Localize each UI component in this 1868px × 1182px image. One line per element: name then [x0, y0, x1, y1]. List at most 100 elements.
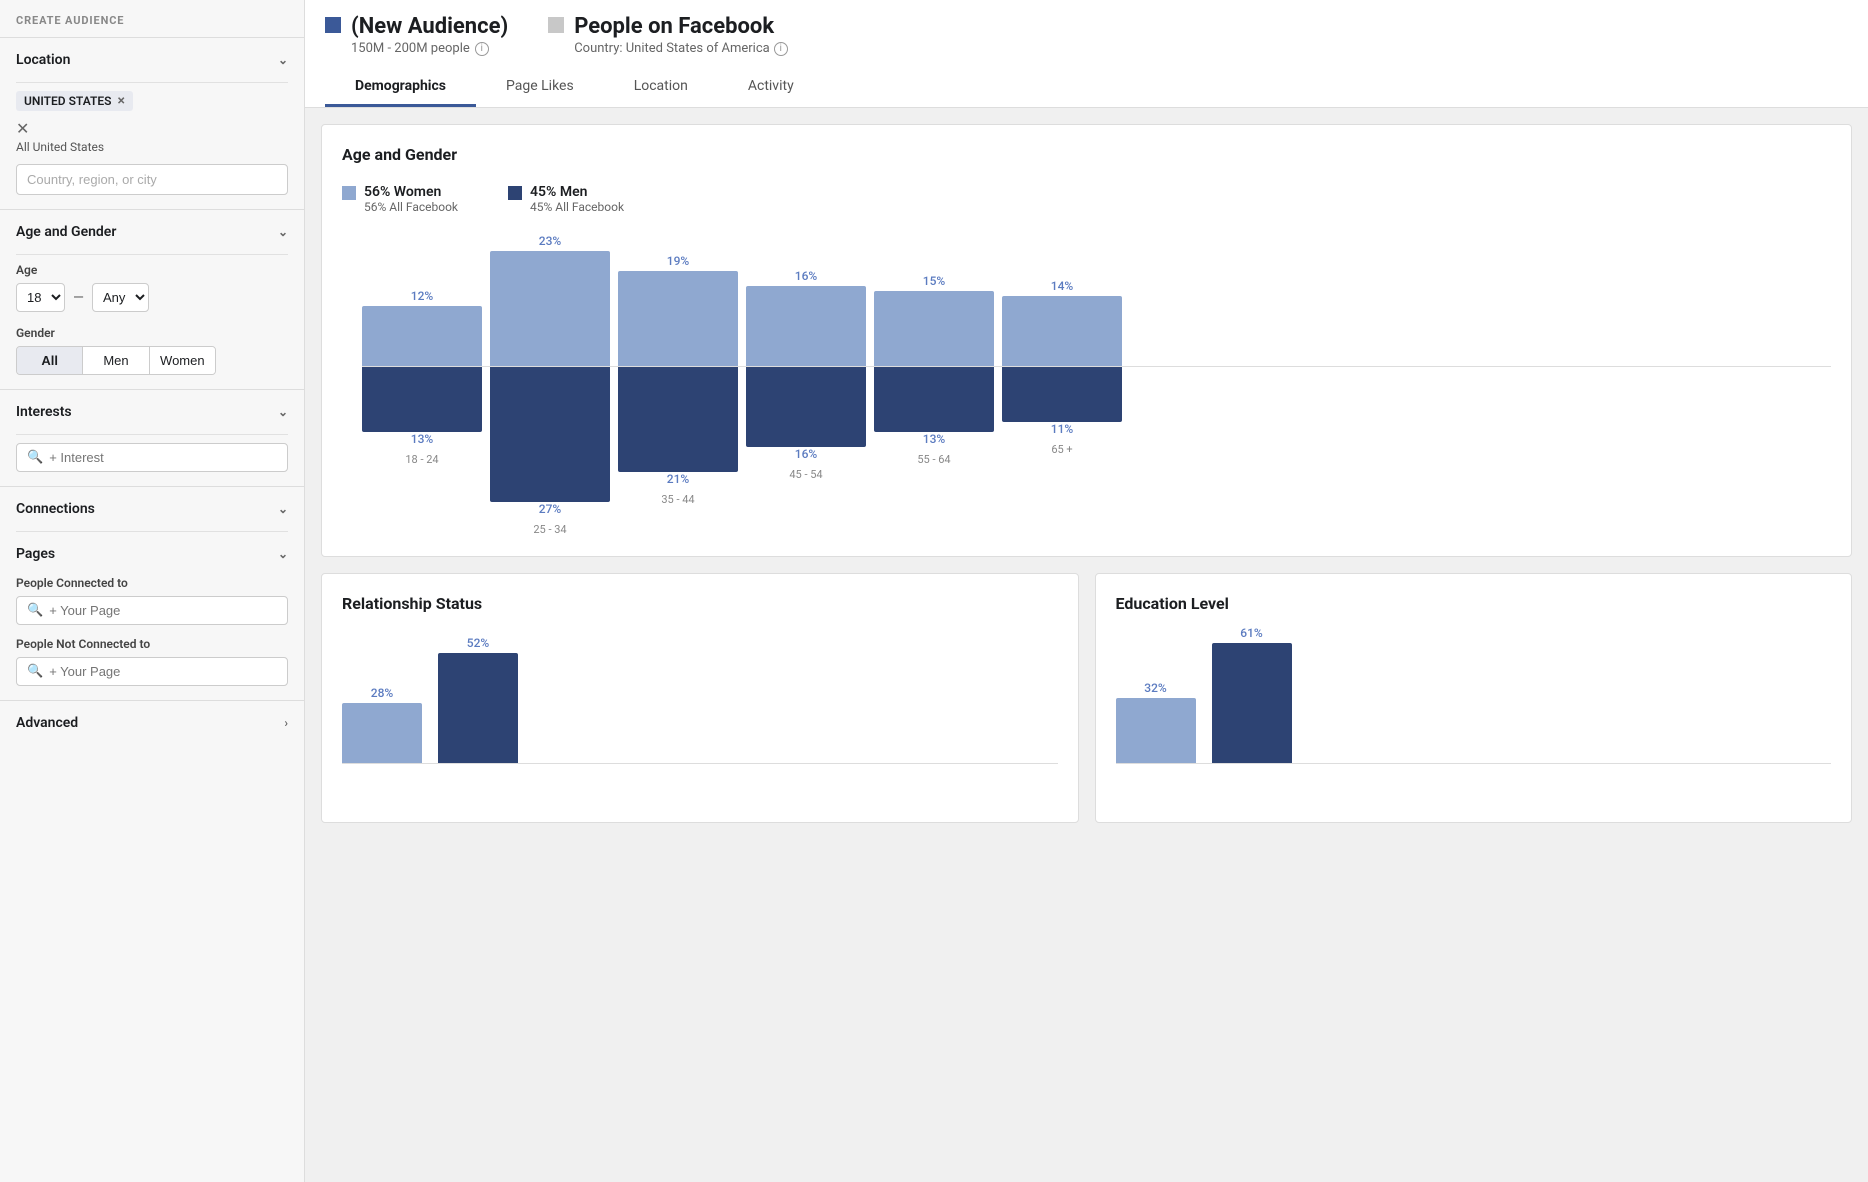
tabs-row: Demographics Page Likes Location Activit…	[325, 68, 1848, 107]
people-connected-input[interactable]	[49, 603, 277, 618]
interests-section-header[interactable]: Interests ⌄	[0, 390, 304, 434]
men-legend-text: 45% Men 45% All Facebook	[530, 184, 624, 214]
women-legend-text: 56% Women 56% All Facebook	[364, 184, 458, 214]
men-65-bar	[1002, 367, 1122, 422]
interests-chevron-icon: ⌄	[278, 405, 288, 419]
age-gender-content: Age 1813212530 3540455055 6065 — Any1821…	[0, 255, 304, 389]
age-dash: —	[73, 290, 84, 306]
interests-content: 🔍	[0, 435, 304, 486]
new-audience-color-box	[325, 17, 341, 33]
age-gender-section-header[interactable]: Age and Gender ⌄	[0, 210, 304, 254]
women-25-34-pct: 23%	[539, 234, 561, 248]
age-gender-chart-card: Age and Gender 56% Women 56% All Faceboo…	[321, 124, 1852, 557]
women-pct-label: 56% Women	[364, 184, 458, 200]
gender-men-button[interactable]: Men	[83, 347, 149, 374]
connections-section-header[interactable]: Connections ⌄	[0, 487, 304, 531]
new-audience-name: (New Audience)	[351, 14, 508, 39]
location-content: UNITED STATES × ✕ All United States	[0, 83, 304, 209]
tab-page-likes[interactable]: Page Likes	[476, 68, 604, 107]
bar-55-64-women: 15%	[874, 274, 994, 366]
gender-all-button[interactable]: All	[17, 347, 83, 374]
men-45-54-pct: 16%	[795, 447, 817, 461]
fb-name: People on Facebook	[574, 14, 788, 39]
bar-18-24-women: 12%	[362, 289, 482, 366]
location-tag[interactable]: UNITED STATES ×	[16, 91, 133, 111]
gender-women-button[interactable]: Women	[150, 347, 215, 374]
men-65-pct: 11%	[1051, 422, 1073, 436]
pages-sub-header[interactable]: Pages ⌄	[16, 540, 288, 568]
bar-65-men: 11% 65 +	[1002, 367, 1122, 456]
people-connected-search[interactable]: 🔍	[16, 596, 288, 625]
sidebar-section-interests: Interests ⌄ 🔍	[0, 389, 304, 486]
men-legend: 45% Men 45% All Facebook	[508, 184, 624, 214]
rel-bar-1-pct: 28%	[371, 686, 393, 700]
advanced-arrow-icon: ›	[284, 716, 288, 730]
edu-bar-2	[1212, 643, 1292, 763]
sidebar-section-age-gender: Age and Gender ⌄ Age 1813212530 35404550…	[0, 209, 304, 389]
women-18-24-bar	[362, 306, 482, 366]
men-pct-label: 45% Men	[530, 184, 624, 200]
men-legend-color	[508, 186, 522, 200]
advanced-section-header[interactable]: Advanced ›	[0, 701, 304, 745]
rel-bar-1	[342, 703, 422, 763]
location-tag-remove[interactable]: ×	[117, 94, 124, 108]
education-chart-title: Education Level	[1116, 594, 1832, 613]
women-25-34-bar	[490, 251, 610, 366]
men-18-24-bar	[362, 367, 482, 432]
bar-55-64-men: 13% 55 - 64	[874, 367, 994, 466]
age-min-select[interactable]: 1813212530 3540455055 6065	[16, 283, 65, 312]
gender-label: Gender	[16, 326, 288, 340]
men-55-64-bar	[874, 367, 994, 432]
people-not-connected-search[interactable]: 🔍	[16, 657, 288, 686]
men-25-34-pct: 27%	[539, 502, 561, 516]
bar-chart-container: 56% Women 56% All Facebook 45% Men 45% A…	[342, 184, 1831, 536]
sidebar-section-connections: Connections ⌄ Pages ⌄ People Connected t…	[0, 486, 304, 700]
people-not-connected-input[interactable]	[49, 664, 277, 679]
women-legend-color	[342, 186, 356, 200]
fb-color-box	[548, 17, 564, 33]
age-max-select[interactable]: Any18212530 3540455055 6065	[92, 283, 149, 312]
people-connected-block: People Connected to 🔍	[16, 576, 288, 625]
fb-country: Country: United States of America i	[574, 41, 788, 56]
tab-location[interactable]: Location	[604, 68, 718, 107]
people-connected-label: People Connected to	[16, 576, 288, 590]
sidebar: CREATE AUDIENCE Location ⌄ UNITED STATES…	[0, 0, 305, 1182]
people-not-connected-label: People Not Connected to	[16, 637, 288, 651]
location-input[interactable]	[16, 164, 288, 195]
men-35-44-label: 35 - 44	[661, 493, 694, 506]
men-65-label: 65 +	[1051, 443, 1072, 456]
sidebar-section-advanced: Advanced ›	[0, 700, 304, 745]
bar-35-44-women: 19%	[618, 254, 738, 366]
edu-bar-2-group: 61%	[1212, 626, 1292, 763]
interests-input[interactable]	[49, 450, 277, 465]
bar-45-54-men: 16% 45 - 54	[746, 367, 866, 481]
interests-search-row[interactable]: 🔍	[16, 443, 288, 472]
men-fb-pct: 45% All Facebook	[530, 200, 624, 214]
location-remove-icon[interactable]: ✕	[16, 119, 288, 138]
location-section-header[interactable]: Location ⌄	[0, 38, 304, 82]
location-chevron-icon: ⌄	[278, 53, 288, 67]
relationship-status-card: Relationship Status 28% 52%	[321, 573, 1079, 823]
age-label: Age	[16, 263, 288, 277]
edu-axis	[1116, 763, 1832, 764]
fb-info: People on Facebook Country: United State…	[574, 14, 788, 56]
education-bars: 32% 61%	[1116, 633, 1832, 763]
audience-info-icon[interactable]: i	[475, 42, 489, 56]
location-section-label: Location	[16, 52, 70, 68]
women-65-pct: 14%	[1051, 279, 1073, 293]
edu-bar-1-pct: 32%	[1144, 681, 1166, 695]
tab-activity[interactable]: Activity	[718, 68, 824, 107]
edu-bar-2-pct: 61%	[1240, 626, 1262, 640]
pages-label: Pages	[16, 546, 55, 562]
bar-45-54-women: 16%	[746, 269, 866, 366]
rel-bar-2-pct: 52%	[467, 636, 489, 650]
legend-row: 56% Women 56% All Facebook 45% Men 45% A…	[342, 184, 1831, 214]
fb-info-icon[interactable]: i	[774, 42, 788, 56]
main-content: (New Audience) 150M - 200M people i Peop…	[305, 0, 1868, 1182]
charts-area: Age and Gender 56% Women 56% All Faceboo…	[305, 108, 1868, 839]
women-legend: 56% Women 56% All Facebook	[342, 184, 458, 214]
sidebar-section-location: Location ⌄ UNITED STATES × ✕ All United …	[0, 37, 304, 209]
men-55-64-pct: 13%	[923, 432, 945, 446]
men-18-24-label: 18 - 24	[405, 453, 438, 466]
tab-demographics[interactable]: Demographics	[325, 68, 476, 107]
